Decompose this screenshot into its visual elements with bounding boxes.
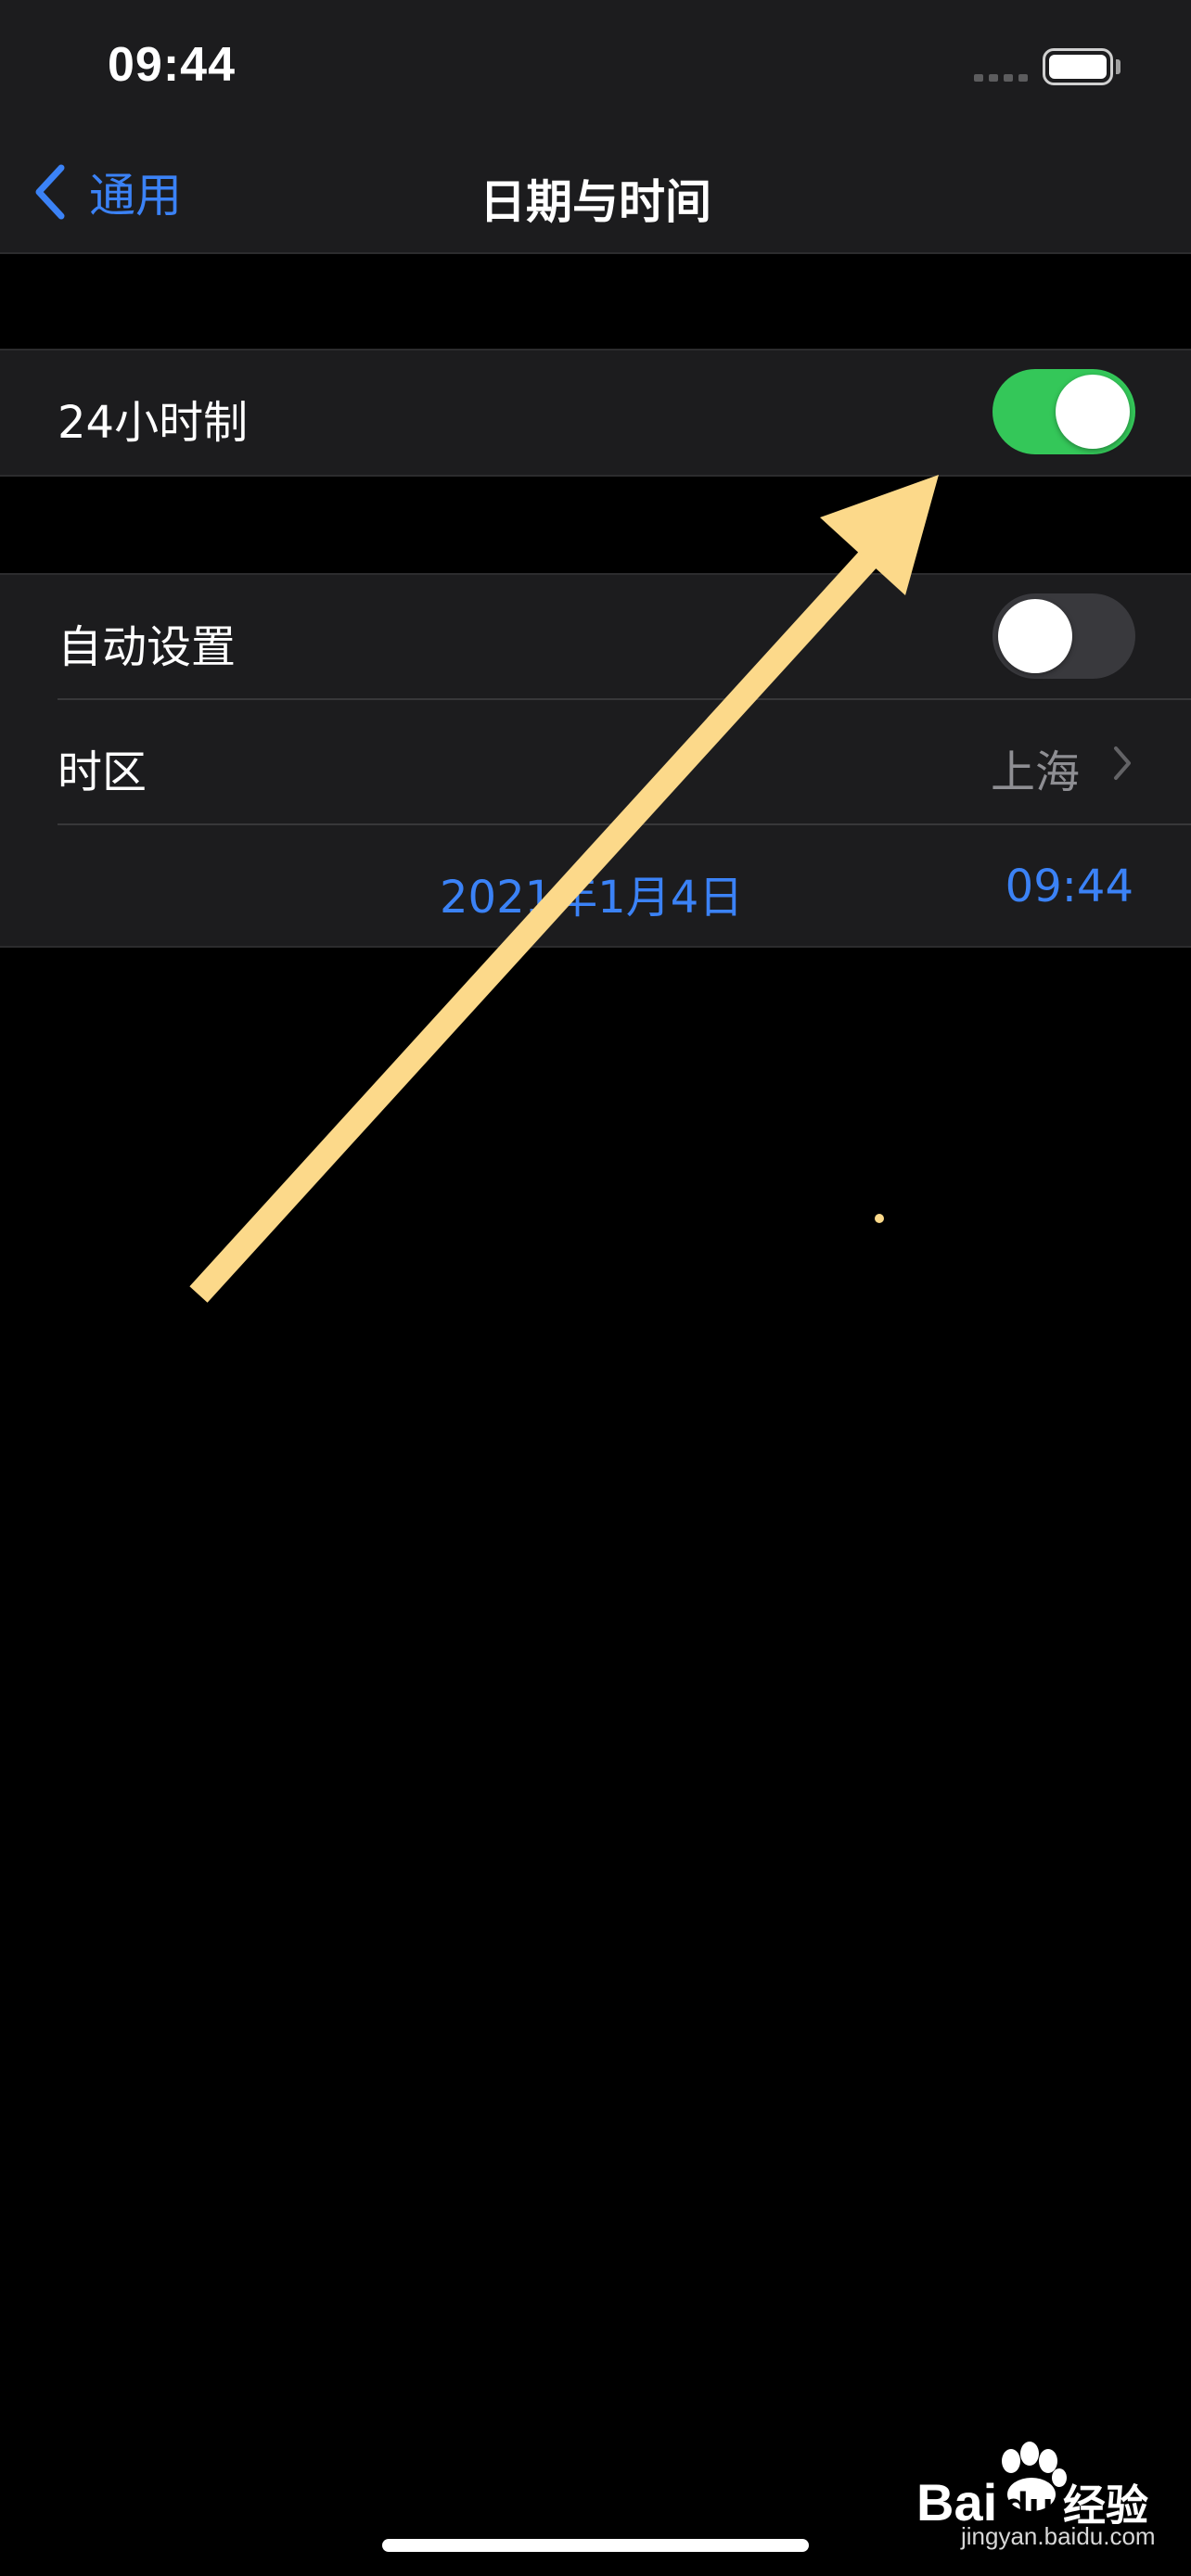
page-title: 日期与时间 [480, 175, 711, 229]
battery-cap [1116, 59, 1121, 74]
timezone-value: 上海 [990, 746, 1080, 798]
navigation-bar: 通用 日期与时间 [0, 130, 1191, 254]
settings-group-datetime: 自动设置 时区 上海 2021年1月4日 09:44 [0, 573, 1191, 948]
row-label-auto-set: 自动设置 [58, 621, 237, 673]
date-value[interactable]: 2021年1月4日 [440, 861, 743, 925]
toggle-knob [1056, 375, 1130, 449]
toggle-auto-set[interactable] [992, 593, 1135, 679]
time-value[interactable]: 09:44 [1005, 861, 1133, 912]
signal-icon [974, 74, 1030, 82]
toggle-knob [998, 599, 1072, 673]
row-datetime: 2021年1月4日 09:44 [0, 825, 1191, 950]
row-label-24-hour: 24小时制 [58, 397, 249, 449]
settings-group-time-format: 24小时制 [0, 349, 1191, 477]
watermark-url: jingyan.baidu.com [961, 2522, 1156, 2550]
status-bar: 09:44 [0, 0, 1191, 130]
row-label-timezone: 时区 [58, 746, 147, 798]
chevron-right-icon [1114, 746, 1131, 780]
home-indicator[interactable] [382, 2539, 809, 2552]
row-timezone[interactable]: 时区 上海 [0, 700, 1191, 824]
toggle-24-hour[interactable] [992, 369, 1135, 454]
battery-icon [1043, 48, 1113, 85]
row-auto-set: 自动设置 [0, 575, 1191, 699]
row-24-hour: 24小时制 [0, 351, 1191, 475]
status-time: 09:44 [108, 38, 236, 92]
